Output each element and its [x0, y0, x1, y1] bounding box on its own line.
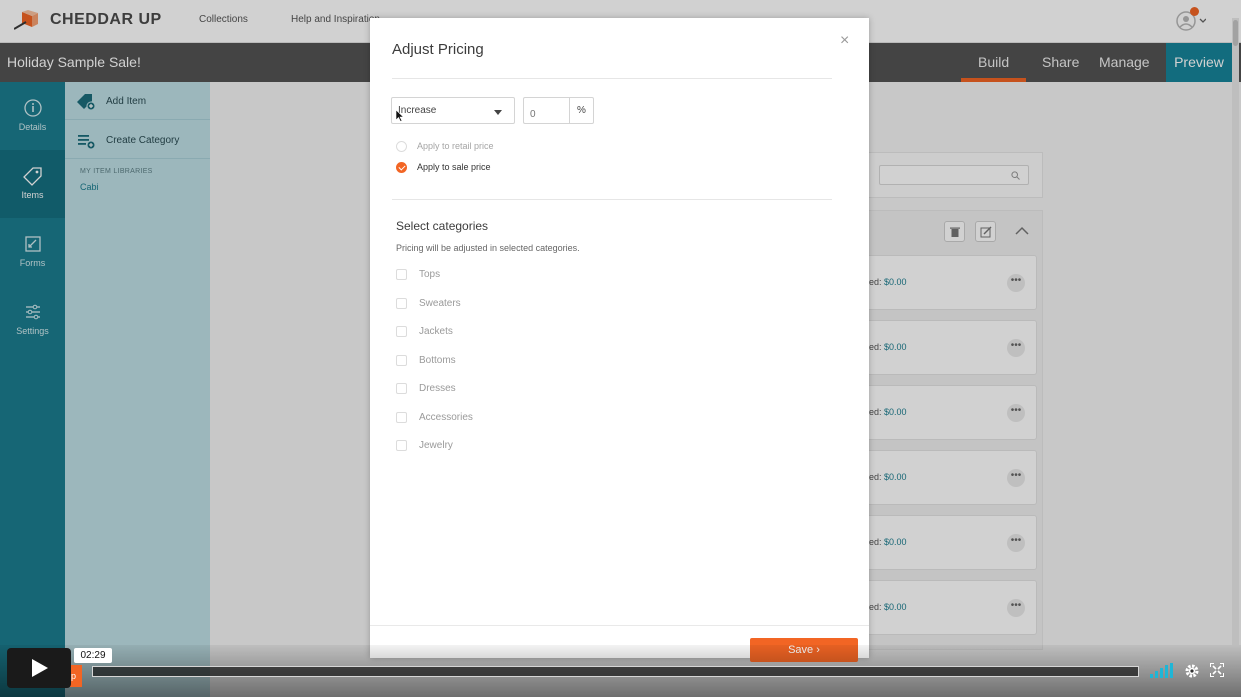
categories-hint: Pricing will be adjusted in selected cat… — [396, 243, 580, 253]
category-checkbox[interactable] — [396, 383, 407, 394]
mouse-cursor-icon — [396, 110, 404, 122]
category-checkbox[interactable] — [396, 269, 407, 280]
close-icon[interactable]: × — [840, 32, 849, 50]
category-label[interactable]: Dresses — [419, 383, 456, 394]
category-label[interactable]: Tops — [419, 269, 440, 280]
category-checkbox[interactable] — [396, 326, 407, 337]
amount-input[interactable] — [523, 97, 570, 124]
play-button[interactable] — [7, 648, 71, 688]
category-label[interactable]: Bottoms — [419, 355, 456, 366]
category-checkbox[interactable] — [396, 440, 407, 451]
sale-price-label[interactable]: Apply to sale price — [417, 162, 491, 172]
percent-unit: % — [569, 97, 594, 124]
category-checkbox[interactable] — [396, 298, 407, 309]
category-checkbox[interactable] — [396, 355, 407, 366]
modal-title: Adjust Pricing — [392, 41, 484, 58]
direction-select[interactable]: Increase — [391, 97, 515, 124]
category-label[interactable]: Sweaters — [419, 298, 461, 309]
playback-time: 02:29 — [74, 648, 112, 663]
category-label[interactable]: Jewelry — [419, 440, 453, 451]
sale-price-radio[interactable] — [396, 162, 407, 173]
divider — [392, 78, 832, 79]
retail-price-label[interactable]: Apply to retail price — [417, 141, 494, 151]
progress-track[interactable] — [92, 666, 1139, 677]
chevron-down-icon — [494, 110, 502, 115]
settings-gear-icon[interactable] — [1184, 663, 1200, 679]
adjust-pricing-modal: Adjust Pricing × Increase % Apply to ret… — [370, 18, 869, 662]
retail-price-radio[interactable] — [396, 141, 407, 152]
modal-footer-divider — [370, 625, 869, 626]
fullscreen-icon[interactable] — [1210, 663, 1224, 677]
category-label[interactable]: Accessories — [419, 412, 473, 423]
category-label[interactable]: Jackets — [419, 326, 453, 337]
category-checkbox[interactable] — [396, 412, 407, 423]
divider — [392, 199, 832, 200]
volume-icon[interactable] — [1150, 663, 1174, 679]
categories-heading: Select categories — [396, 219, 489, 233]
